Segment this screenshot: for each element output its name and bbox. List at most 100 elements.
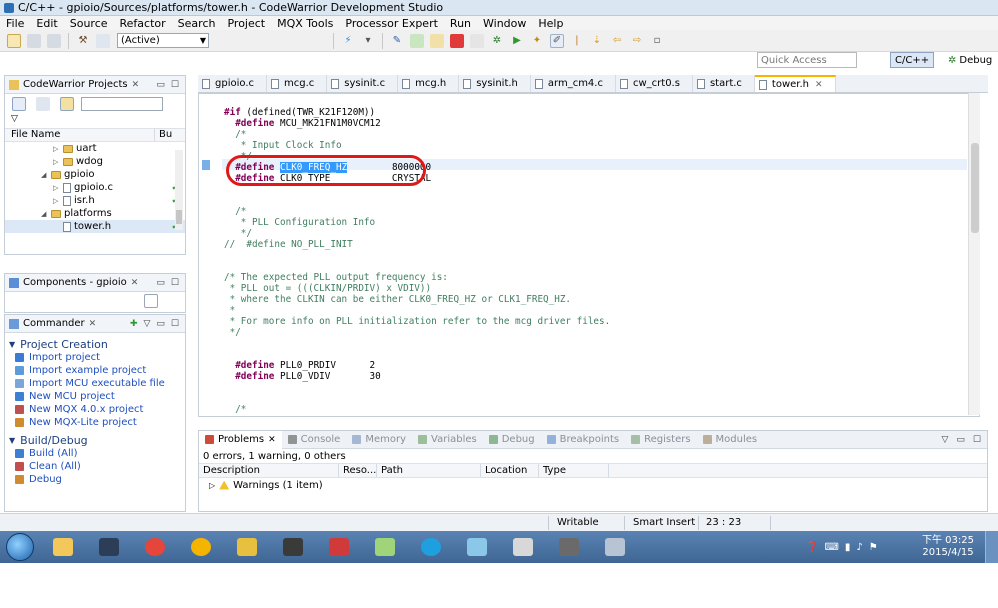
new-icon[interactable] [7, 33, 21, 48]
expand-arrow-icon[interactable]: ◢ [41, 210, 51, 218]
expand-arrow-icon[interactable]: ▷ [53, 158, 63, 166]
taskbar-folder-icon[interactable] [370, 534, 400, 560]
close-icon[interactable]: ✕ [131, 278, 139, 288]
projects-scrollbar[interactable] [175, 150, 183, 230]
taskbar-explorer-icon[interactable] [48, 534, 78, 560]
build-config-select[interactable]: (Active) ▼ [117, 33, 209, 48]
taskbar-skype-icon[interactable] [416, 534, 446, 560]
close-icon[interactable]: ✕ [132, 80, 140, 90]
flag-icon[interactable]: ⚑ [869, 542, 878, 553]
expand-arrow-icon[interactable]: ▷ [53, 145, 63, 153]
commander-section-header[interactable]: ▼ Project Creation [5, 337, 185, 351]
project-tree-row[interactable]: ◢ platforms [5, 207, 185, 220]
run-icon[interactable]: ▶ [510, 34, 524, 48]
commander-link[interactable]: New MCU project [5, 390, 185, 403]
new-project-icon[interactable]: ✚ [130, 319, 138, 329]
project-tree-row[interactable]: ▷ wdog [5, 155, 185, 168]
highlight-toggle-icon[interactable]: ✐ [550, 33, 564, 48]
collapse-triangle-icon[interactable]: ▼ [9, 340, 15, 349]
bug-icon[interactable]: ✲ [490, 34, 504, 48]
editor-tab[interactable]: cw_crt0.s [616, 75, 693, 92]
commander-link[interactable]: Import example project [5, 364, 185, 377]
view-menu-icon[interactable]: ▽ [5, 114, 185, 128]
pin-icon[interactable]: ▫ [650, 34, 664, 48]
taskbar-calculator-icon[interactable] [600, 534, 630, 560]
collapse-triangle-icon[interactable]: ▼ [9, 436, 15, 445]
show-desktop-button[interactable] [985, 531, 998, 563]
minimize-icon[interactable]: ▭ [156, 319, 165, 329]
expand-arrow-icon[interactable]: ◢ [41, 171, 51, 179]
expand-arrow-icon[interactable]: ▷ [209, 481, 215, 490]
save-all-icon[interactable] [47, 33, 61, 48]
quick-access-input[interactable]: Quick Access [757, 52, 857, 68]
taskbar-tool2-icon[interactable] [508, 534, 538, 560]
commander-link[interactable]: Import MCU executable file [5, 377, 185, 390]
minimize-icon[interactable]: ▭ [156, 278, 165, 288]
flash-icon[interactable]: ⚡ [341, 34, 355, 48]
commander-link[interactable]: New MQX 4.0.x project [5, 403, 185, 416]
maximize-icon[interactable]: ☐ [973, 435, 981, 445]
menu-source[interactable]: Source [64, 17, 114, 30]
taskbar-codewarrior-icon[interactable] [324, 534, 354, 560]
warnings-row[interactable]: ▷ Warnings (1 item) [199, 478, 987, 492]
project-tree-row[interactable]: ▷isr.h✔ [5, 194, 185, 207]
col-type[interactable]: Type [539, 464, 609, 477]
collapse-icon[interactable] [144, 294, 158, 308]
taskbar-chrome-icon[interactable] [140, 534, 170, 560]
taskbar-norton-icon[interactable] [186, 534, 216, 560]
skip-breakpoints-icon[interactable]: ✎ [390, 34, 404, 48]
menu-run[interactable]: Run [444, 17, 477, 30]
col-build[interactable]: Bu [155, 129, 172, 141]
build-config-icon[interactable] [96, 33, 110, 48]
terminate-icon[interactable] [450, 33, 464, 48]
code-editor[interactable]: #if (defined(TWR_K21F120M)) #define MCU_… [198, 93, 968, 415]
commander-link[interactable]: Build (All) [5, 447, 185, 460]
commander-link[interactable]: Debug [5, 473, 185, 486]
col-file-name[interactable]: File Name [5, 129, 155, 141]
perspective-cpp-button[interactable]: C/C++ [890, 52, 935, 68]
project-tree-row[interactable]: tower.h✔ [5, 220, 185, 233]
clock[interactable]: 下午 03:25 2015/4/15 [918, 535, 978, 559]
taskbar-console-icon[interactable] [94, 534, 124, 560]
suspend-icon[interactable] [430, 33, 444, 48]
editor-tab[interactable]: start.c [693, 75, 755, 92]
editor-tab[interactable]: mcg.c [267, 75, 328, 92]
menu-window[interactable]: Window [477, 17, 532, 30]
maximize-icon[interactable]: ☐ [171, 278, 179, 288]
menu-project[interactable]: Project [221, 17, 271, 30]
close-tab-icon[interactable]: ✕ [815, 80, 823, 90]
editor-tab[interactable]: sysinit.c [327, 75, 399, 92]
next-annotation-icon[interactable]: ⇣ [590, 34, 604, 48]
commander-link[interactable]: Import project [5, 351, 185, 364]
forward-icon[interactable]: ⇨ [630, 34, 644, 48]
network-icon[interactable]: ▮ [845, 542, 851, 553]
menu-processor-expert[interactable]: Processor Expert [339, 17, 444, 30]
start-button[interactable] [6, 533, 34, 561]
perspective-debug-button[interactable]: ✲ Debug [944, 52, 996, 68]
close-icon[interactable]: ✕ [268, 435, 276, 445]
link-editor-icon[interactable] [36, 97, 50, 111]
editor-tab[interactable]: arm_cm4.c [531, 75, 616, 92]
minimize-icon[interactable]: ▭ [956, 435, 965, 445]
view-menu-icon[interactable]: ▽ [143, 319, 150, 329]
disconnect-icon[interactable] [470, 33, 484, 48]
expand-arrow-icon[interactable]: ▷ [53, 197, 63, 205]
menu-edit[interactable]: Edit [30, 17, 63, 30]
volume-icon[interactable]: ♪ [856, 542, 862, 553]
editor-tab[interactable]: mcg.h [398, 75, 460, 92]
maximize-icon[interactable]: ☐ [171, 80, 179, 90]
project-tree-row[interactable]: ▷ uart [5, 142, 185, 155]
bottom-tab[interactable]: Registers [625, 434, 696, 445]
help-icon[interactable]: ❓ [806, 542, 818, 553]
menu-help[interactable]: Help [532, 17, 569, 30]
filter-icon[interactable] [60, 97, 74, 111]
col-location[interactable]: Location [481, 464, 539, 477]
bottom-tab[interactable]: Modules [697, 434, 764, 445]
menu-file[interactable]: File [0, 17, 30, 30]
bottom-tab[interactable]: Problems ✕ [199, 430, 282, 449]
bottom-tab[interactable]: Variables [412, 434, 483, 445]
commander-link[interactable]: New MQX-Lite project [5, 416, 185, 429]
editor-tab[interactable]: gpioio.c [198, 75, 267, 92]
editor-tab[interactable]: sysinit.h [459, 75, 531, 92]
menu-mqx-tools[interactable]: MQX Tools [271, 17, 339, 30]
